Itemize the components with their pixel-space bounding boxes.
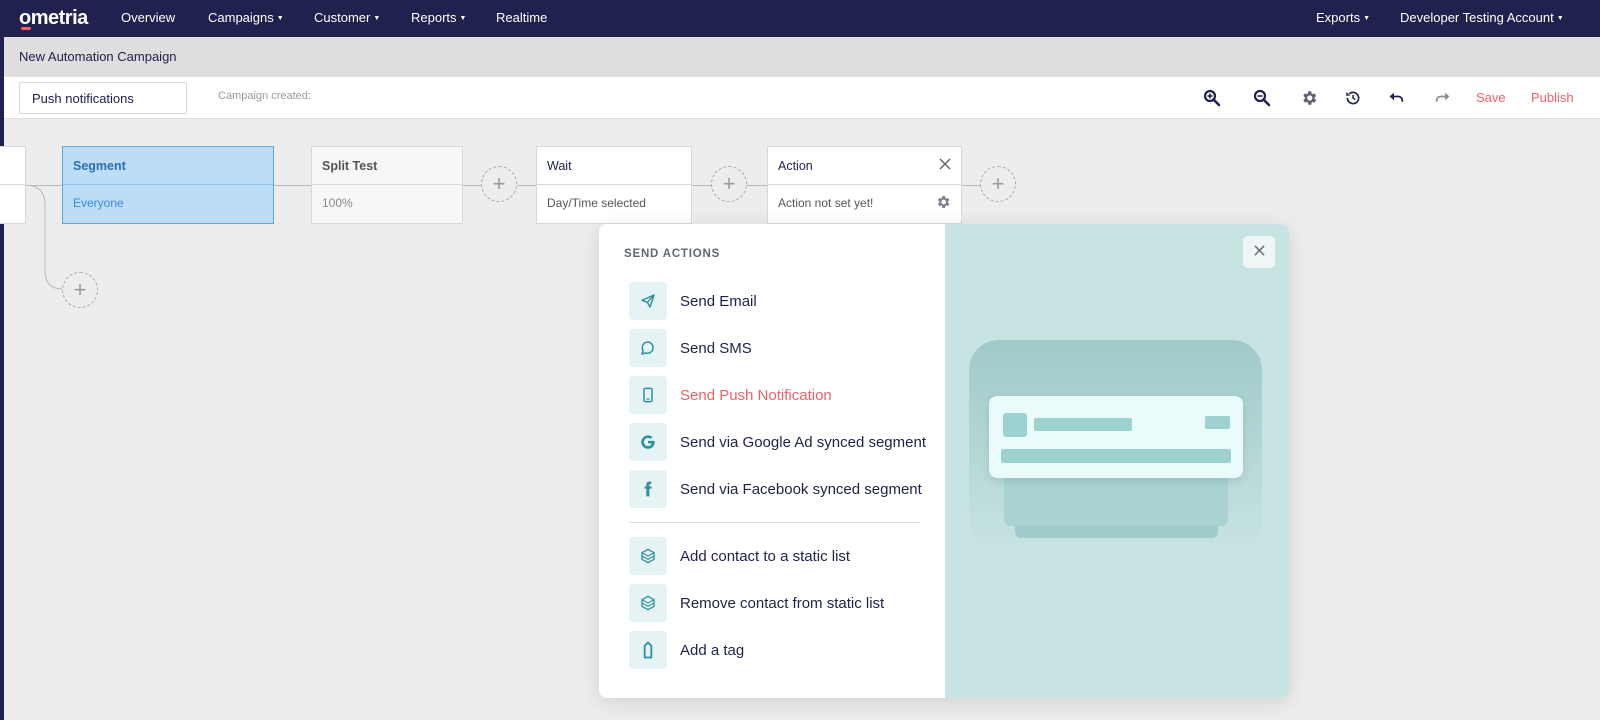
segment-node-title: Segment — [63, 147, 273, 185]
remove-from-static-list-option[interactable]: Remove contact from static list — [629, 584, 929, 622]
send-push-notification-option[interactable]: Send Push Notification — [629, 376, 929, 414]
save-button[interactable]: Save — [1476, 90, 1506, 105]
add-to-static-list-option[interactable]: Add contact to a static list — [629, 537, 929, 575]
plus-icon: + — [73, 277, 87, 302]
wait-node-value: Day/Time selected — [547, 196, 646, 210]
split-test-node-value: 100% — [322, 196, 353, 210]
connector-line — [962, 185, 982, 186]
notification-card-illustration — [989, 396, 1243, 478]
zoom-in-icon[interactable] — [1201, 87, 1223, 109]
left-edge-bar — [0, 37, 4, 720]
plus-icon: + — [722, 171, 736, 196]
trigger-node[interactable] — [0, 146, 26, 224]
history-icon[interactable] — [1342, 87, 1364, 109]
caret-down-icon: ▼ — [276, 15, 284, 22]
wait-node-title: Wait — [537, 147, 691, 185]
nav-exports[interactable]: Exports ▼ — [1316, 10, 1370, 25]
add-tag-option[interactable]: Add a tag — [629, 631, 929, 669]
ometria-logo[interactable]: ometria — [19, 7, 88, 30]
chat-bubble-icon — [629, 329, 667, 367]
segment-node[interactable]: Segment Everyone — [62, 146, 274, 224]
add-step-button[interactable]: + — [980, 166, 1016, 202]
redo-icon[interactable] — [1431, 87, 1453, 109]
nav-reports[interactable]: Reports ▼ — [411, 10, 466, 25]
caret-down-icon: ▼ — [1363, 15, 1371, 22]
action-node-title: Action — [768, 147, 961, 185]
nav-realtime[interactable]: Realtime — [496, 10, 547, 25]
undo-icon[interactable] — [1386, 87, 1408, 109]
branch-connector — [25, 185, 64, 290]
facebook-icon — [629, 470, 667, 508]
send-email-option[interactable]: Send Email — [629, 282, 929, 320]
gear-icon[interactable] — [935, 194, 951, 213]
caret-down-icon: ▼ — [373, 15, 381, 22]
cube-icon — [629, 584, 667, 622]
send-google-ad-option[interactable]: Send via Google Ad synced segment — [629, 423, 929, 461]
send-facebook-option[interactable]: Send via Facebook synced segment — [629, 470, 929, 508]
publish-button[interactable]: Publish — [1531, 90, 1574, 105]
nav-customer[interactable]: Customer ▼ — [314, 10, 380, 25]
mobile-phone-icon — [629, 376, 667, 414]
action-node-value: Action not set yet! — [768, 185, 961, 210]
split-test-node-title: Split Test — [312, 147, 462, 185]
wait-node[interactable]: Wait Day/Time selected — [536, 146, 692, 224]
top-navigation: ometria Overview Campaigns ▼ Customer ▼ Re… — [0, 0, 1600, 37]
action-node[interactable]: Action Action not set yet! — [767, 146, 962, 224]
campaign-name-input[interactable] — [19, 82, 187, 114]
close-icon — [1253, 243, 1265, 261]
add-step-button[interactable]: + — [711, 166, 747, 202]
nav-campaigns[interactable]: Campaigns ▼ — [208, 10, 284, 25]
connector-line — [274, 185, 311, 186]
close-icon[interactable] — [939, 158, 951, 173]
divider — [629, 522, 920, 523]
google-icon — [629, 423, 667, 461]
editor-toolbar: Campaign created: Save Publish — [4, 77, 1600, 119]
page-title: New Automation Campaign — [19, 49, 177, 64]
tag-icon — [629, 631, 667, 669]
plus-icon: + — [991, 171, 1005, 196]
nav-overview[interactable]: Overview — [121, 10, 175, 25]
gear-icon[interactable] — [1298, 87, 1320, 109]
zoom-out-icon[interactable] — [1251, 87, 1273, 109]
campaign-header: New Automation Campaign — [4, 37, 1600, 77]
add-step-button[interactable]: + — [481, 166, 517, 202]
nav-account[interactable]: Developer Testing Account ▼ — [1400, 10, 1564, 25]
send-sms-option[interactable]: Send SMS — [629, 329, 929, 367]
cube-icon — [629, 537, 667, 575]
split-test-node[interactable]: Split Test 100% — [311, 146, 463, 224]
plus-icon: + — [492, 171, 506, 196]
action-picker-modal: SEND ACTIONS Send Email Send SMS Send Pu… — [599, 224, 1289, 698]
segment-node-value: Everyone — [73, 196, 124, 210]
campaign-created-label: Campaign created: — [218, 90, 311, 102]
paper-plane-icon — [629, 282, 667, 320]
caret-down-icon: ▼ — [459, 15, 467, 22]
send-actions-heading: SEND ACTIONS — [624, 248, 721, 260]
caret-down-icon: ▼ — [1556, 15, 1564, 22]
modal-close-button[interactable] — [1243, 236, 1275, 268]
add-branch-button[interactable]: + — [62, 272, 98, 308]
